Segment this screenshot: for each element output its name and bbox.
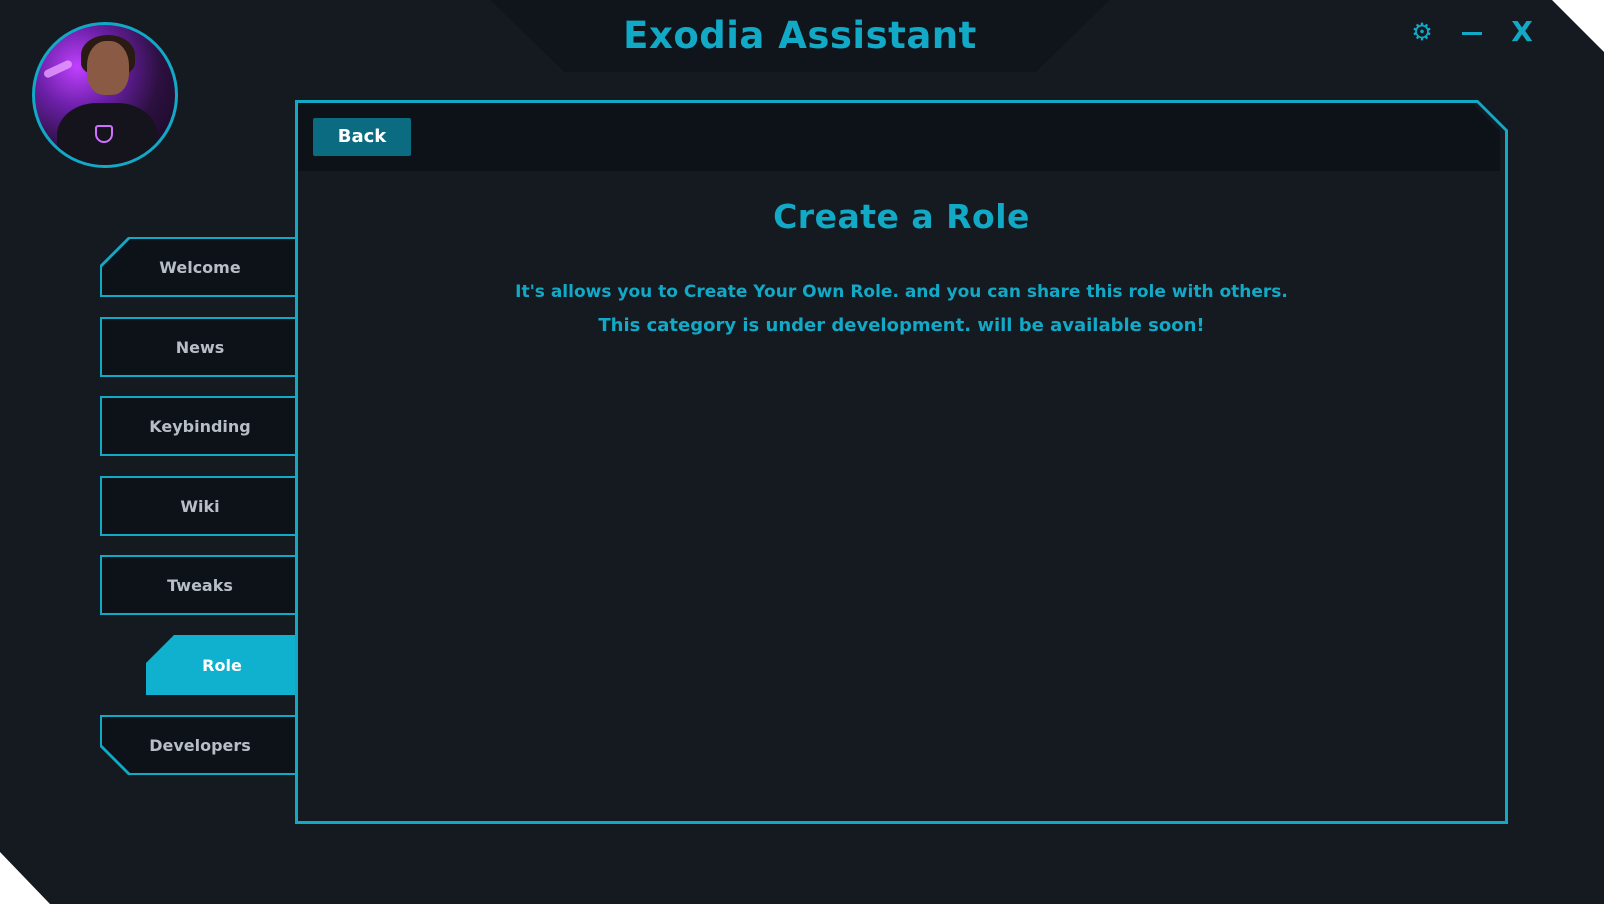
close-button[interactable]: X xyxy=(1502,12,1542,52)
sidebar-item-developers[interactable]: Developers xyxy=(100,715,298,775)
avatar-shirt-logo xyxy=(95,125,113,143)
user-avatar[interactable] xyxy=(32,22,178,168)
sidebar-item-tweaks[interactable]: Tweaks xyxy=(100,555,298,615)
sidebar-item-label: Developers xyxy=(149,735,251,755)
sidebar-item-label: Role xyxy=(202,655,242,675)
close-icon: X xyxy=(1511,15,1533,48)
settings-button[interactable]: ⚙ xyxy=(1402,12,1442,52)
development-notice: This category is under development. will… xyxy=(598,315,1205,336)
sidebar-item-welcome[interactable]: Welcome xyxy=(100,237,298,297)
minimize-icon xyxy=(1462,32,1482,35)
page-title: Create a Role xyxy=(773,197,1030,236)
sidebar-item-label: Welcome xyxy=(159,257,241,277)
sidebar-item-label: Keybinding xyxy=(149,416,251,436)
gear-icon: ⚙ xyxy=(1411,18,1433,46)
content-panel-header xyxy=(298,103,1500,171)
sidebar-item-news[interactable]: News xyxy=(100,317,298,377)
sidebar-item-keybinding[interactable]: Keybinding xyxy=(100,396,298,456)
description-text: It's allows you to Create Your Own Role.… xyxy=(515,282,1288,302)
sidebar-item-label: News xyxy=(175,337,225,357)
sidebar-item-label: Tweaks xyxy=(167,575,233,595)
sidebar-item-role[interactable]: Role xyxy=(146,635,298,695)
avatar-neon-light xyxy=(42,59,74,79)
sidebar-item-label: Wiki xyxy=(180,496,220,516)
sidebar-item-wiki[interactable]: Wiki xyxy=(100,476,298,536)
avatar-head xyxy=(87,41,129,95)
back-button[interactable]: Back xyxy=(313,118,411,156)
minimize-button[interactable] xyxy=(1452,12,1492,52)
app-title: Exodia Assistant xyxy=(623,14,977,57)
